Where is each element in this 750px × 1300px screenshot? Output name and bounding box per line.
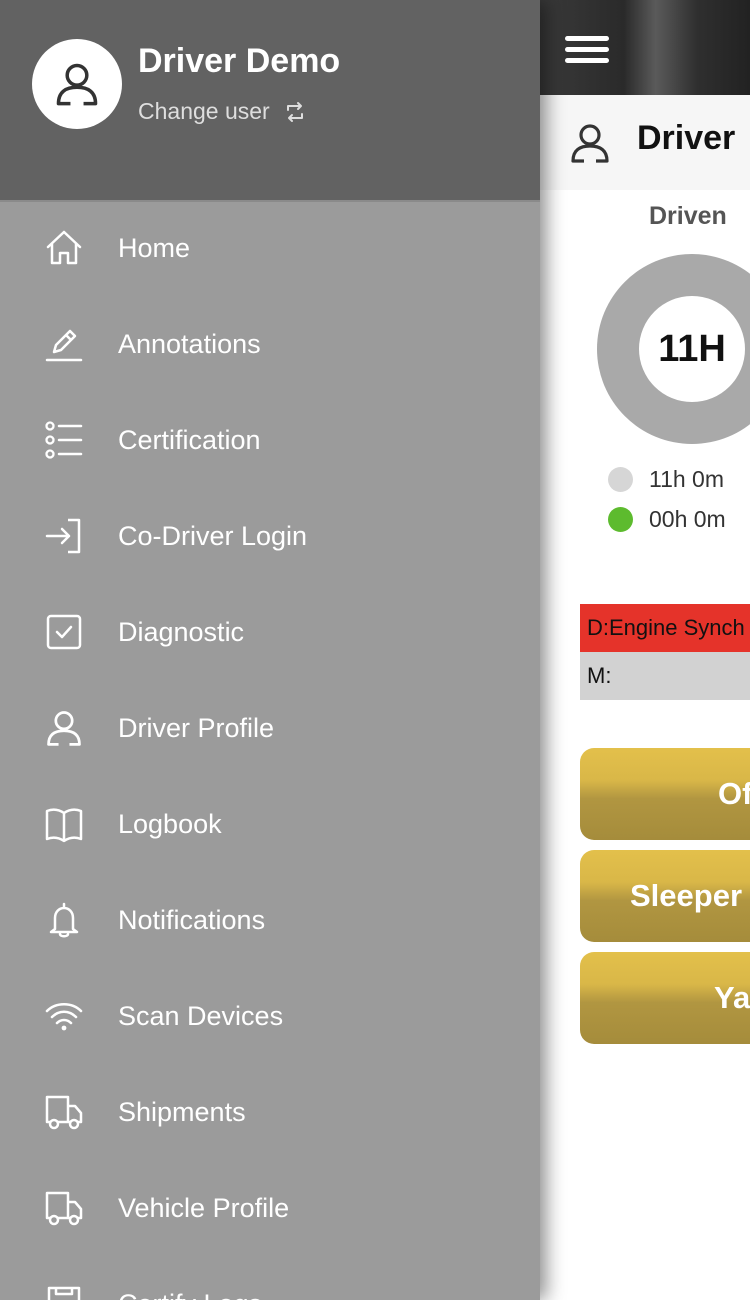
legend-item: 00h 0m bbox=[608, 506, 726, 533]
donut-center-text: 11H bbox=[658, 327, 726, 370]
truck-icon bbox=[44, 1092, 84, 1132]
list-icon bbox=[44, 420, 84, 460]
book-icon bbox=[44, 804, 84, 844]
legend-dot bbox=[608, 507, 633, 532]
hamburger-menu-icon[interactable] bbox=[565, 36, 609, 66]
bell-icon bbox=[44, 900, 84, 940]
home-icon bbox=[44, 228, 84, 268]
legend-item: 11h 0m bbox=[608, 466, 724, 493]
driven-donut-chart: 11H bbox=[597, 254, 750, 444]
checkbox-icon bbox=[44, 612, 84, 652]
menu-item-vehicle-profile[interactable]: Vehicle Profile bbox=[0, 1160, 540, 1256]
menu-item-label: Shipments bbox=[118, 1096, 246, 1127]
legend-text: 00h 0m bbox=[649, 506, 726, 532]
yard-button[interactable]: Yard bbox=[580, 952, 750, 1044]
legend-text: 11h 0m bbox=[649, 466, 725, 492]
menu-item-certify-logs[interactable]: Certify Logs bbox=[0, 1256, 540, 1300]
menu-item-annotations[interactable]: Annotations bbox=[0, 296, 540, 392]
legend-dot bbox=[608, 467, 633, 492]
app-top-bar bbox=[540, 0, 750, 95]
menu-item-label: Certify Logs bbox=[118, 1289, 262, 1300]
sleeper-button[interactable]: Sleeper bbox=[580, 850, 750, 942]
menu-item-home[interactable]: Home bbox=[0, 200, 540, 296]
truck-icon bbox=[44, 1188, 84, 1228]
driver-name: Driver bbox=[637, 119, 736, 157]
user-icon bbox=[44, 708, 84, 748]
menu-item-label: Co-Driver Login bbox=[118, 520, 308, 551]
user-icon bbox=[568, 121, 612, 165]
menu-item-label: Scan Devices bbox=[118, 1000, 284, 1031]
wifi-icon bbox=[44, 996, 84, 1036]
change-user-link[interactable]: Change user bbox=[138, 98, 306, 125]
drawer-header: Driver Demo Change user bbox=[0, 0, 540, 202]
avatar[interactable] bbox=[32, 39, 122, 129]
menu-item-scan-devices[interactable]: Scan Devices bbox=[0, 968, 540, 1064]
menu-item-label: Home bbox=[118, 232, 191, 263]
user-name: Driver Demo bbox=[138, 42, 341, 80]
menu-item-label: Vehicle Profile bbox=[118, 1192, 290, 1223]
off-duty-button[interactable]: Off Duty bbox=[580, 748, 750, 840]
menu-item-label: Logbook bbox=[118, 808, 222, 839]
navigation-drawer: Driver Demo Change user Home Annotations bbox=[0, 0, 540, 1300]
login-icon bbox=[44, 516, 84, 556]
pencil-icon bbox=[44, 324, 84, 364]
status-malfunction: M: bbox=[580, 652, 750, 700]
menu-item-label: Annotations bbox=[118, 328, 261, 359]
menu-item-shipments[interactable]: Shipments bbox=[0, 1064, 540, 1160]
menu-item-label: Certification bbox=[118, 424, 261, 455]
menu-item-label: Diagnostic bbox=[118, 616, 245, 647]
menu-item-co-driver-login[interactable]: Co-Driver Login bbox=[0, 488, 540, 584]
menu-item-label: Driver Profile bbox=[118, 712, 275, 743]
menu-item-label: Notifications bbox=[118, 904, 266, 935]
menu-item-notifications[interactable]: Notifications bbox=[0, 872, 540, 968]
menu-item-diagnostic[interactable]: Diagnostic bbox=[0, 584, 540, 680]
driver-bar: Driver bbox=[540, 95, 750, 190]
swap-icon bbox=[284, 101, 306, 123]
menu-item-logbook[interactable]: Logbook bbox=[0, 776, 540, 872]
document-icon bbox=[44, 1284, 84, 1300]
change-user-label: Change user bbox=[138, 98, 270, 124]
menu-item-certification[interactable]: Certification bbox=[0, 392, 540, 488]
driven-label: Driven bbox=[649, 202, 727, 230]
menu-item-driver-profile[interactable]: Driver Profile bbox=[0, 680, 540, 776]
user-avatar-icon bbox=[56, 63, 98, 106]
status-engine-sync: D:Engine Synch bbox=[580, 604, 750, 652]
